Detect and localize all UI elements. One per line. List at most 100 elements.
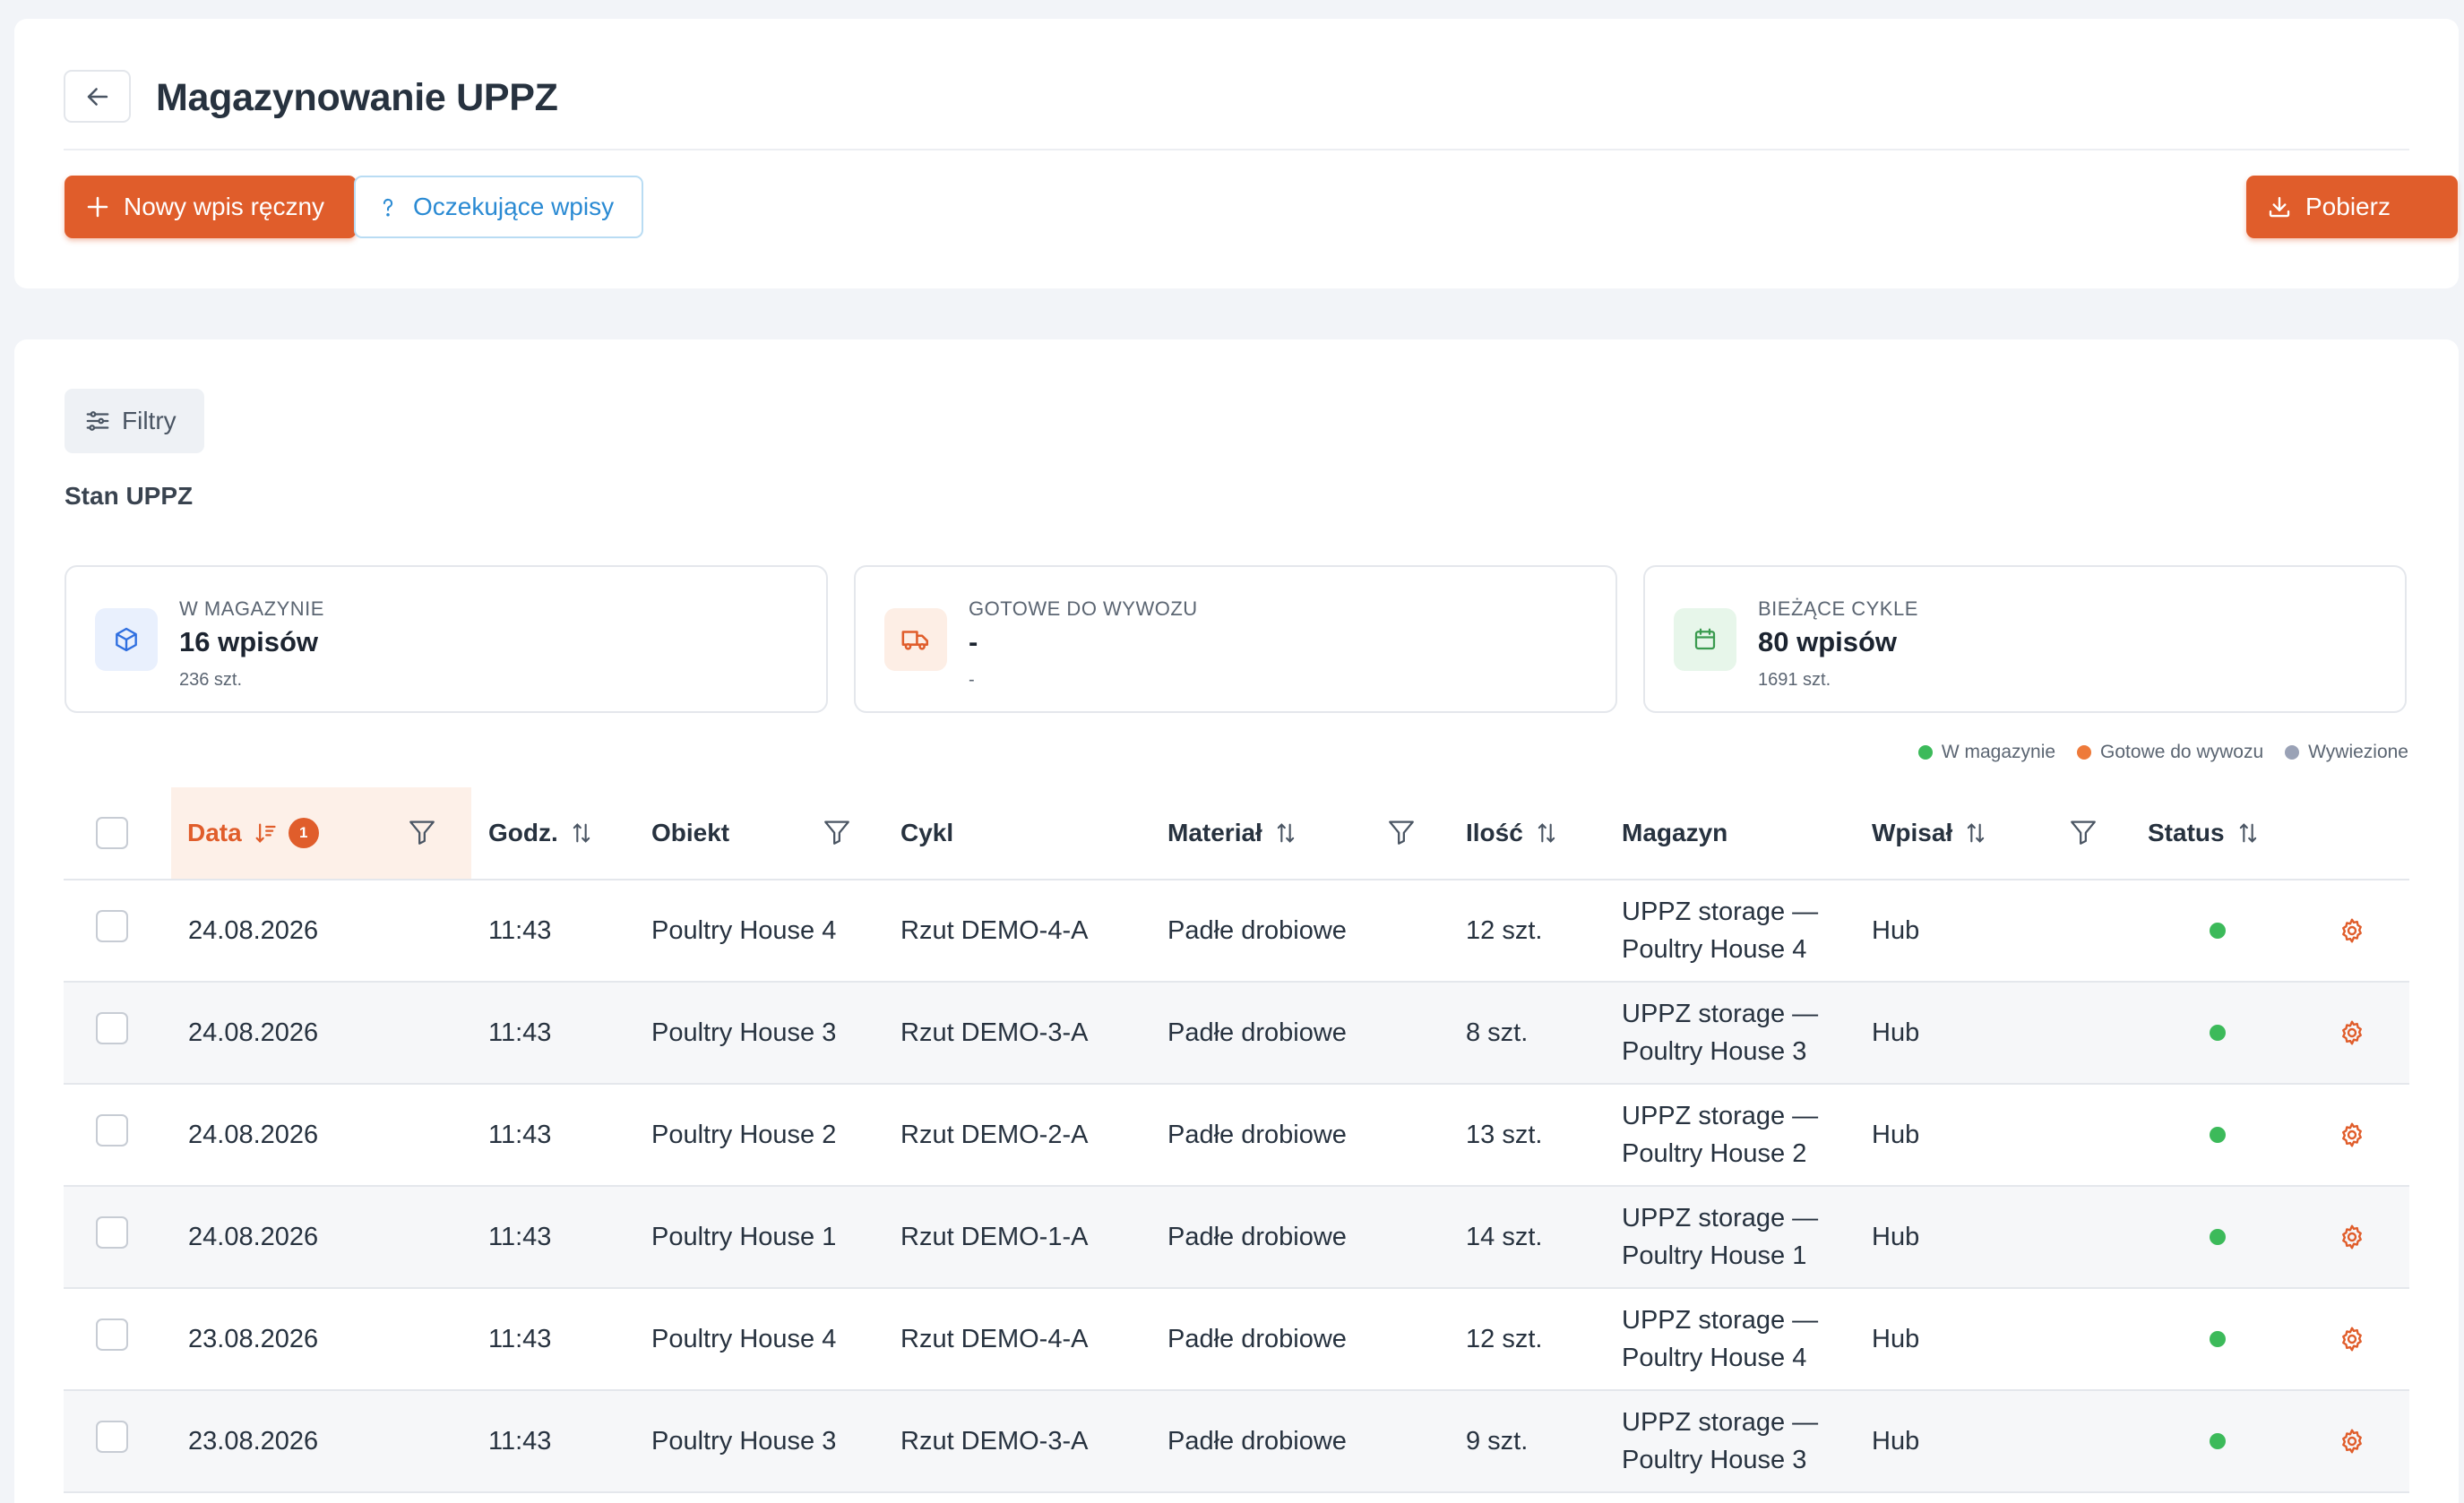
cell-quantity: 13 szt. bbox=[1466, 1121, 1543, 1149]
filters-button[interactable]: Filtry bbox=[65, 389, 204, 453]
sort-icon bbox=[573, 823, 590, 843]
column-header-status[interactable]: Status bbox=[2148, 787, 2261, 879]
cell-material: Padłe drobiowe bbox=[1167, 1223, 1347, 1251]
warehouse-line-2: Poultry House 2 bbox=[1622, 1139, 1807, 1168]
status-dot-icon bbox=[2210, 1127, 2226, 1143]
sliders-icon bbox=[86, 411, 109, 431]
cell-quantity: 12 szt. bbox=[1466, 1325, 1543, 1353]
cell-object: Poultry House 3 bbox=[651, 1018, 837, 1047]
gear-icon[interactable] bbox=[2338, 1427, 2366, 1456]
status-legend: W magazynie Gotowe do wywozu Wywiezione bbox=[1917, 742, 2408, 763]
table-row[interactable]: 24.08.2026 11:43 Poultry House 3 Rzut DE… bbox=[64, 983, 2409, 1085]
table-body: 24.08.2026 11:43 Poultry House 4 Rzut DE… bbox=[64, 880, 2409, 1493]
column-label: Obiekt bbox=[651, 819, 730, 846]
cell-quantity: 14 szt. bbox=[1466, 1223, 1543, 1251]
cell-quantity: 9 szt. bbox=[1466, 1427, 1529, 1456]
row-checkbox[interactable] bbox=[96, 1114, 128, 1147]
main-card: Filtry Stan UPPZ W MAGAZYNIE 16 wpisów 2… bbox=[14, 339, 2459, 1503]
stat-subvalue: 236 szt. bbox=[179, 670, 243, 690]
cell-cycle: Rzut DEMO-3-A bbox=[900, 1427, 1089, 1456]
filter-funnel-icon[interactable] bbox=[2068, 817, 2098, 847]
row-checkbox[interactable] bbox=[96, 1421, 128, 1453]
filter-funnel-icon[interactable] bbox=[822, 817, 852, 847]
gear-icon[interactable] bbox=[2338, 1223, 2366, 1251]
header-divider bbox=[64, 149, 2409, 150]
select-all-checkbox[interactable] bbox=[96, 817, 128, 849]
stat-value: - bbox=[969, 626, 978, 657]
cell-cycle: Rzut DEMO-4-A bbox=[900, 1325, 1089, 1353]
column-header-quantity[interactable]: Ilość bbox=[1466, 787, 1559, 879]
column-header-time[interactable]: Godz. bbox=[488, 787, 594, 879]
warehouse-line-1: UPPZ storage — bbox=[1622, 1408, 1819, 1437]
gear-icon[interactable] bbox=[2338, 916, 2366, 945]
warehouse-line-2: Poultry House 3 bbox=[1622, 1037, 1807, 1066]
download-button[interactable]: Pobierz bbox=[2246, 176, 2458, 238]
warehouse-line-1: UPPZ storage — bbox=[1622, 1102, 1819, 1130]
column-header-material[interactable]: Materiał bbox=[1167, 787, 1298, 879]
row-checkbox[interactable] bbox=[96, 1216, 128, 1249]
cell-material: Padłe drobiowe bbox=[1167, 1018, 1347, 1047]
storage-table: Data 1 Godz. Obiekt Cykl Materiał Ilość … bbox=[64, 787, 2409, 1493]
row-checkbox[interactable] bbox=[96, 1012, 128, 1044]
column-header-cycle[interactable]: Cykl bbox=[900, 787, 953, 879]
table-row[interactable]: 24.08.2026 11:43 Poultry House 2 Rzut DE… bbox=[64, 1085, 2409, 1187]
arrow-left-icon bbox=[87, 87, 108, 106]
cell-quantity: 12 szt. bbox=[1466, 916, 1543, 945]
table-row[interactable]: 24.08.2026 11:43 Poultry House 1 Rzut DE… bbox=[64, 1187, 2409, 1289]
column-label: Godz. bbox=[488, 819, 558, 846]
cell-object: Poultry House 4 bbox=[651, 916, 837, 945]
sort-descending-icon bbox=[255, 823, 276, 843]
new-manual-entry-button[interactable]: Nowy wpis ręczny bbox=[65, 176, 357, 238]
section-title: Stan UPPZ bbox=[65, 482, 194, 510]
cell-date: 23.08.2026 bbox=[188, 1325, 319, 1353]
filter-funnel-icon[interactable] bbox=[1386, 817, 1417, 847]
column-header-warehouse[interactable]: Magazyn bbox=[1622, 787, 1727, 879]
stat-label: BIEŻĄCE CYKLE bbox=[1758, 597, 1918, 620]
cell-cycle: Rzut DEMO-1-A bbox=[900, 1223, 1089, 1251]
cell-date: 23.08.2026 bbox=[188, 1427, 319, 1456]
gear-icon[interactable] bbox=[2338, 1018, 2366, 1047]
column-label: Data bbox=[187, 819, 242, 846]
column-label: Status bbox=[2148, 819, 2225, 846]
cell-cycle: Rzut DEMO-2-A bbox=[900, 1121, 1089, 1149]
warehouse-line-1: UPPZ storage — bbox=[1622, 898, 1819, 926]
back-button[interactable] bbox=[64, 70, 131, 123]
column-header-date[interactable]: Data 1 bbox=[187, 787, 319, 879]
page-title: Magazynowanie UPPZ bbox=[156, 76, 558, 119]
cell-entered-by: Hub bbox=[1872, 1223, 1920, 1251]
cell-material: Padłe drobiowe bbox=[1167, 1121, 1347, 1149]
orange-dot-icon bbox=[2077, 745, 2092, 760]
cell-entered-by: Hub bbox=[1872, 1121, 1920, 1149]
gear-icon[interactable] bbox=[2338, 1121, 2366, 1149]
table-row[interactable]: 23.08.2026 11:43 Poultry House 4 Rzut DE… bbox=[64, 1289, 2409, 1391]
legend-item-in-storage: W magazynie bbox=[1917, 742, 2055, 763]
table-row[interactable]: 23.08.2026 11:43 Poultry House 3 Rzut DE… bbox=[64, 1391, 2409, 1493]
cell-warehouse: UPPZ storage — Poultry House 2 bbox=[1622, 1085, 1818, 1185]
table-row[interactable]: 24.08.2026 11:43 Poultry House 4 Rzut DE… bbox=[64, 880, 2409, 983]
warehouse-line-1: UPPZ storage — bbox=[1622, 1306, 1819, 1335]
download-label: Pobierz bbox=[2305, 193, 2391, 220]
cell-warehouse: UPPZ storage — Poultry House 3 bbox=[1622, 1391, 1818, 1491]
warehouse-line-2: Poultry House 4 bbox=[1622, 1344, 1807, 1372]
cell-date: 24.08.2026 bbox=[188, 1121, 319, 1149]
gear-icon[interactable] bbox=[2338, 1325, 2366, 1353]
stat-card-ready-for-pickup: GOTOWE DO WYWOZU - - bbox=[854, 565, 1617, 713]
legend-label: Wywiezione bbox=[2308, 742, 2408, 762]
cell-object: Poultry House 1 bbox=[651, 1223, 837, 1251]
download-icon bbox=[2269, 196, 2290, 218]
cell-time: 11:43 bbox=[488, 1325, 552, 1353]
cell-date: 24.08.2026 bbox=[188, 1223, 319, 1251]
column-header-entered-by[interactable]: Wpisał bbox=[1872, 787, 1988, 879]
cell-quantity: 8 szt. bbox=[1466, 1018, 1529, 1047]
warehouse-line-1: UPPZ storage — bbox=[1622, 1204, 1819, 1232]
cell-warehouse: UPPZ storage — Poultry House 1 bbox=[1622, 1187, 1818, 1287]
row-checkbox[interactable] bbox=[96, 910, 128, 942]
column-header-object[interactable]: Obiekt bbox=[651, 787, 729, 879]
legend-label: Gotowe do wywozu bbox=[2100, 742, 2264, 762]
legend-item-ready: Gotowe do wywozu bbox=[2077, 742, 2263, 763]
pending-entries-button[interactable]: Oczekujące wpisy bbox=[354, 176, 643, 238]
truck-icon bbox=[884, 608, 947, 671]
filter-funnel-icon[interactable] bbox=[407, 817, 437, 847]
header-card: Magazynowanie UPPZ Nowy wpis ręczny Ocze… bbox=[14, 19, 2459, 288]
row-checkbox[interactable] bbox=[96, 1318, 128, 1351]
